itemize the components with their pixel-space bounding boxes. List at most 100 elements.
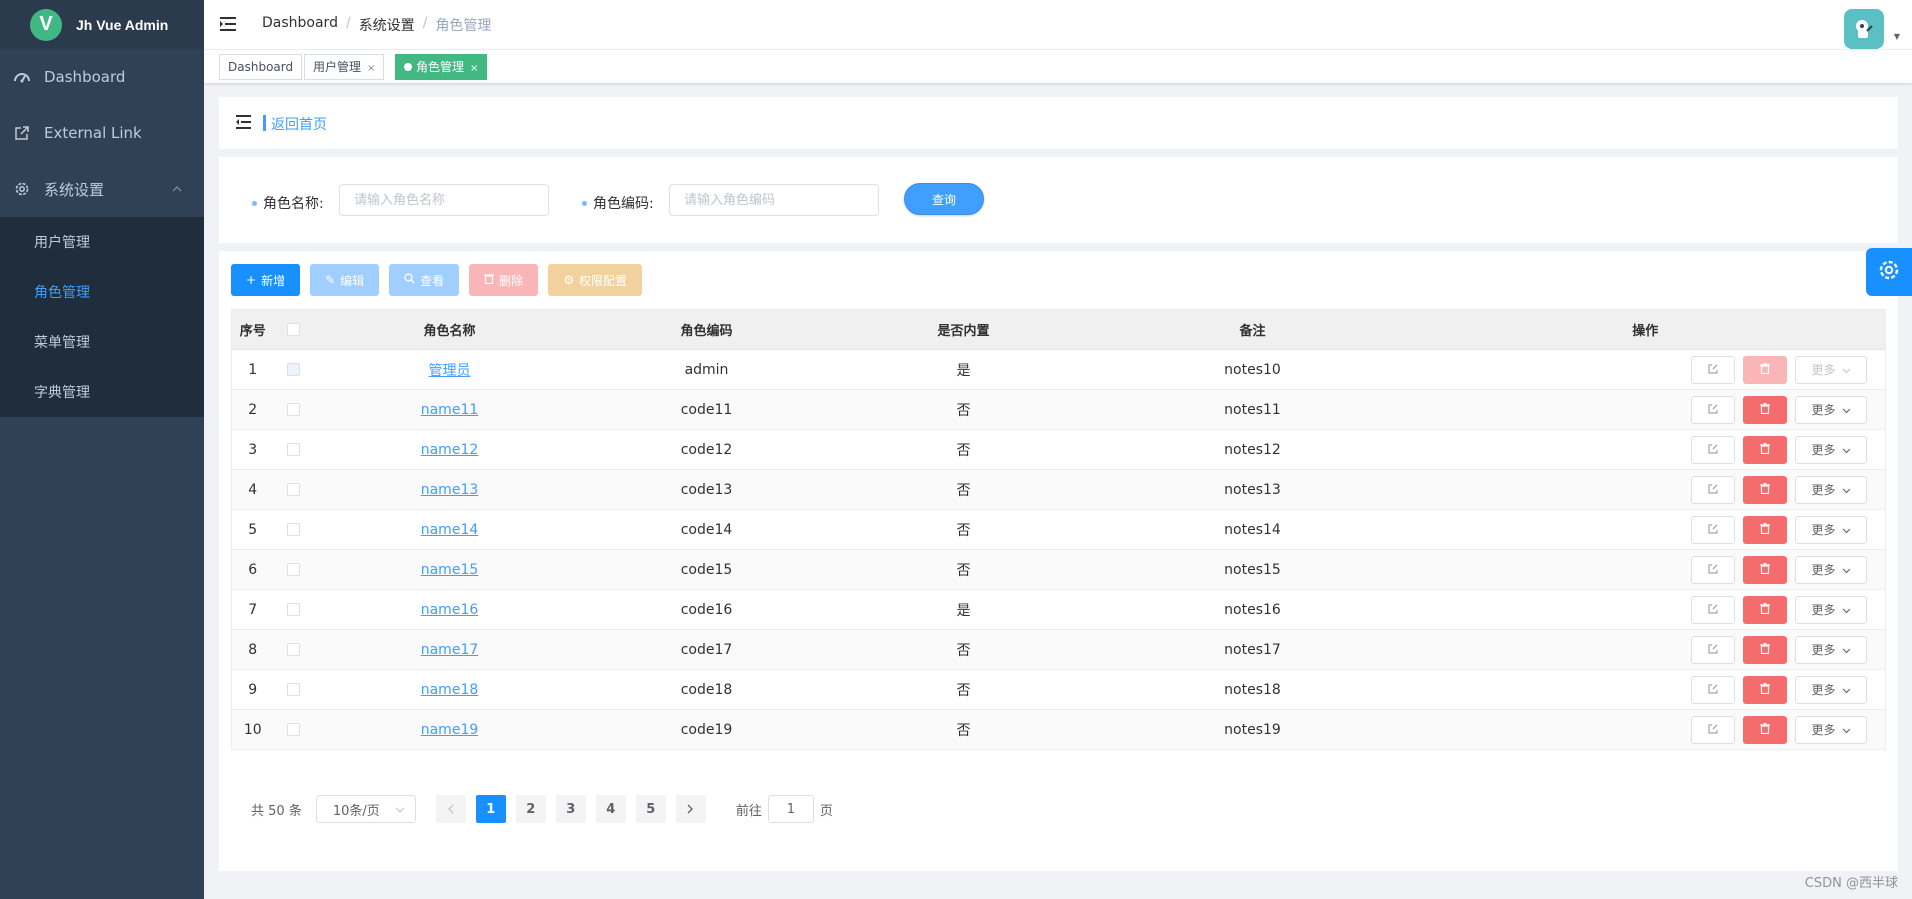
page-size-select[interactable]: 10条/页 bbox=[315, 795, 416, 823]
row-edit-button[interactable] bbox=[1691, 715, 1735, 744]
page-number[interactable]: 2 bbox=[515, 795, 546, 823]
role-name-link[interactable]: name18 bbox=[421, 682, 479, 698]
close-icon[interactable]: × bbox=[470, 63, 478, 74]
query-button[interactable]: 查询 bbox=[904, 183, 984, 215]
row-checkbox[interactable] bbox=[287, 523, 300, 536]
sidebar-item-external-link[interactable]: External Link bbox=[0, 105, 204, 161]
role-name-link[interactable]: name17 bbox=[421, 642, 479, 658]
sidebar-item-menus[interactable]: 菜单管理 bbox=[0, 317, 204, 367]
row-delete-button[interactable] bbox=[1743, 715, 1787, 744]
add-button[interactable]: + 新增 bbox=[231, 264, 301, 296]
row-edit-button[interactable] bbox=[1691, 635, 1735, 664]
table-row[interactable]: 6 name15 code15 否 notes15 更多 bbox=[231, 549, 1886, 590]
role-name-link[interactable]: name15 bbox=[421, 562, 479, 578]
row-edit-button[interactable] bbox=[1691, 355, 1735, 384]
row-delete-button[interactable] bbox=[1743, 435, 1787, 464]
view-button[interactable]: 查看 bbox=[389, 264, 460, 296]
row-checkbox[interactable] bbox=[287, 643, 300, 656]
row-more-dropdown[interactable]: 更多 bbox=[1795, 435, 1867, 464]
table-row[interactable]: 9 name18 code18 否 notes18 更多 bbox=[231, 669, 1886, 710]
role-name-link[interactable]: name14 bbox=[421, 522, 479, 538]
tag-users[interactable]: 用户管理 × bbox=[304, 54, 385, 80]
row-more-dropdown[interactable]: 更多 bbox=[1795, 595, 1867, 624]
close-icon[interactable]: × bbox=[367, 63, 375, 74]
tag-roles[interactable]: 角色管理 × bbox=[395, 54, 488, 80]
row-edit-button[interactable] bbox=[1691, 395, 1735, 424]
page-number[interactable]: 4 bbox=[595, 795, 626, 823]
row-edit-button[interactable] bbox=[1691, 555, 1735, 584]
next-page-button[interactable] bbox=[675, 795, 706, 823]
row-more-dropdown[interactable]: 更多 bbox=[1795, 475, 1867, 504]
table-row[interactable]: 7 name16 code16 是 notes16 更多 bbox=[231, 589, 1886, 630]
edit-button[interactable]: ✎ 编辑 bbox=[310, 264, 380, 296]
row-checkbox[interactable] bbox=[287, 443, 300, 456]
role-name-link[interactable]: 管理员 bbox=[429, 363, 471, 379]
table-row[interactable]: 3 name12 code12 否 notes12 更多 bbox=[231, 429, 1886, 470]
row-delete-button[interactable] bbox=[1743, 475, 1787, 504]
page-number[interactable]: 5 bbox=[635, 795, 666, 823]
row-delete-button[interactable] bbox=[1743, 635, 1787, 664]
row-checkbox[interactable] bbox=[287, 563, 300, 576]
row-delete-button[interactable] bbox=[1743, 395, 1787, 424]
back-home-link[interactable]: 返回首页 bbox=[271, 114, 327, 134]
prev-page-button[interactable] bbox=[435, 795, 466, 823]
row-more-dropdown[interactable]: 更多 bbox=[1795, 395, 1867, 424]
page-number[interactable]: 1 bbox=[475, 795, 506, 823]
role-name-link[interactable]: name11 bbox=[421, 402, 479, 418]
role-name-link[interactable]: name13 bbox=[421, 482, 479, 498]
table-row[interactable]: 4 name13 code13 否 notes13 更多 bbox=[231, 469, 1886, 510]
sidebar-item-dashboard[interactable]: Dashboard bbox=[0, 49, 204, 105]
cell-index: 7 bbox=[231, 589, 274, 630]
table-row[interactable]: 1 管理员 admin 是 notes10 更多 bbox=[231, 349, 1886, 390]
row-more-dropdown[interactable]: 更多 bbox=[1795, 355, 1867, 384]
row-delete-button[interactable] bbox=[1743, 595, 1787, 624]
row-more-dropdown[interactable]: 更多 bbox=[1795, 635, 1867, 664]
table-row[interactable]: 2 name11 code11 否 notes11 更多 bbox=[231, 389, 1886, 430]
row-edit-button[interactable] bbox=[1691, 475, 1735, 504]
fold-icon[interactable] bbox=[236, 115, 252, 129]
settings-drawer-button[interactable] bbox=[1866, 248, 1912, 296]
tag-dashboard[interactable]: Dashboard bbox=[219, 54, 303, 80]
delete-button[interactable]: 删除 bbox=[469, 264, 539, 296]
breadcrumb-item[interactable]: Dashboard bbox=[262, 15, 338, 35]
page-number[interactable]: 3 bbox=[555, 795, 586, 823]
row-edit-button[interactable] bbox=[1691, 515, 1735, 544]
row-checkbox[interactable] bbox=[287, 483, 300, 496]
app-logo[interactable]: V Jh Vue Admin bbox=[0, 0, 204, 49]
avatar[interactable] bbox=[1844, 9, 1884, 49]
role-code-input[interactable] bbox=[669, 184, 879, 216]
sidebar-item-system-settings[interactable]: 系统设置 bbox=[0, 161, 204, 217]
row-checkbox[interactable] bbox=[287, 603, 300, 616]
row-checkbox[interactable] bbox=[287, 403, 300, 416]
role-name-input[interactable] bbox=[339, 184, 549, 216]
row-more-dropdown[interactable]: 更多 bbox=[1795, 555, 1867, 584]
row-checkbox[interactable] bbox=[287, 363, 300, 376]
row-more-dropdown[interactable]: 更多 bbox=[1795, 675, 1867, 704]
sidebar-item-roles[interactable]: 角色管理 bbox=[0, 267, 204, 317]
row-more-dropdown[interactable]: 更多 bbox=[1795, 715, 1867, 744]
role-name-link[interactable]: name12 bbox=[421, 442, 479, 458]
sidebar-item-dictionary[interactable]: 字典管理 bbox=[0, 367, 204, 417]
role-name-link[interactable]: name19 bbox=[421, 722, 479, 738]
row-edit-button[interactable] bbox=[1691, 595, 1735, 624]
caret-down-icon[interactable]: ▼ bbox=[1894, 32, 1900, 41]
row-checkbox[interactable] bbox=[287, 723, 300, 736]
row-delete-button[interactable] bbox=[1743, 355, 1787, 384]
table-row[interactable]: 10 name19 code19 否 notes19 更多 bbox=[231, 709, 1886, 750]
row-delete-button[interactable] bbox=[1743, 555, 1787, 584]
breadcrumb-item[interactable]: 系统设置 bbox=[359, 15, 415, 35]
row-edit-button[interactable] bbox=[1691, 435, 1735, 464]
select-all-checkbox[interactable] bbox=[287, 323, 300, 336]
hamburger-icon[interactable] bbox=[220, 16, 238, 32]
table-row[interactable]: 8 name17 code17 否 notes17 更多 bbox=[231, 629, 1886, 670]
row-edit-button[interactable] bbox=[1691, 675, 1735, 704]
table-row[interactable]: 5 name14 code14 否 notes14 更多 bbox=[231, 509, 1886, 550]
sidebar-item-users[interactable]: 用户管理 bbox=[0, 217, 204, 267]
row-checkbox[interactable] bbox=[287, 683, 300, 696]
row-delete-button[interactable] bbox=[1743, 515, 1787, 544]
goto-page-input[interactable] bbox=[767, 795, 814, 823]
permission-config-button[interactable]: ⚙ 权限配置 bbox=[548, 264, 642, 296]
row-delete-button[interactable] bbox=[1743, 675, 1787, 704]
role-name-link[interactable]: name16 bbox=[421, 602, 479, 618]
row-more-dropdown[interactable]: 更多 bbox=[1795, 515, 1867, 544]
